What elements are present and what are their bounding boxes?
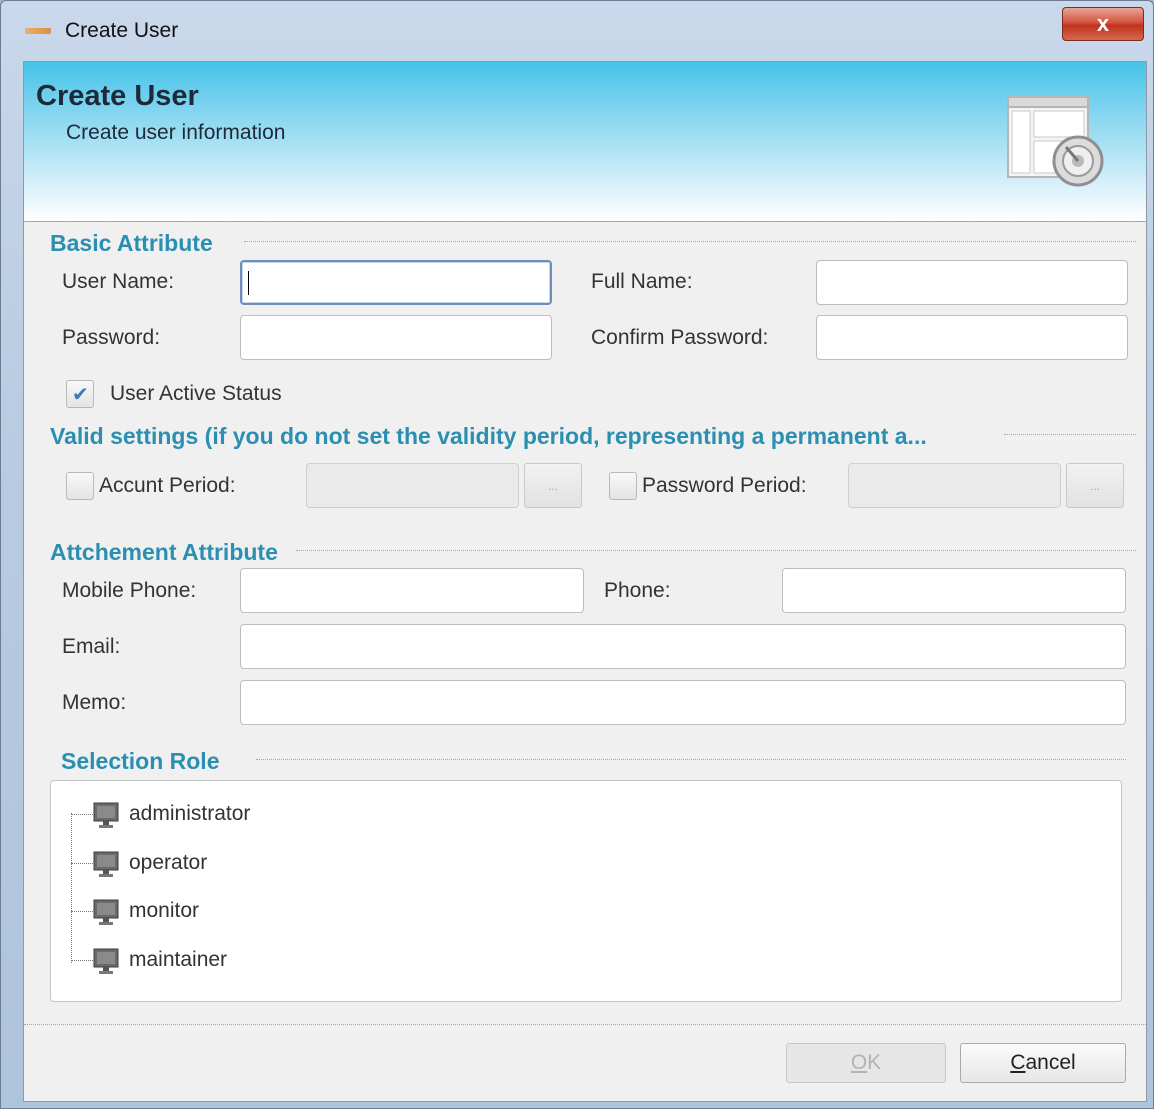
cancel-label-rest: ancel [1025,1051,1076,1074]
page-title: Create User [36,80,199,112]
mobile-phone-input[interactable] [240,568,584,613]
account-period-label[interactable]: Accunt Period: [99,474,236,498]
basic-attribute-heading: Basic Attribute [50,230,213,256]
role-tree[interactable]: administrator operator monitor maintaine… [50,780,1122,1002]
ok-mnemonic: O [850,1051,868,1074]
ok-label-rest: K [867,1051,882,1074]
phone-label: Phone: [604,579,671,602]
divider [256,759,1126,760]
full-name-label: Full Name: [591,270,693,293]
create-user-dialog: Create User x Create User Create user in… [0,0,1154,1109]
account-period-input[interactable] [306,463,519,508]
divider [24,1024,1146,1025]
password-input[interactable] [240,315,552,360]
account-period-picker-button[interactable]: ... [524,463,582,508]
role-label: operator [129,851,208,874]
computer-icon [93,802,119,828]
cancel-mnemonic: C [1010,1051,1026,1074]
password-period-input[interactable] [848,463,1061,508]
dialog-body: Create User Create user information Basi… [23,61,1147,1102]
divider [244,241,1136,242]
window-title: Create User [65,19,179,42]
role-label: administrator [129,802,251,825]
page-subtitle: Create user information [66,121,286,144]
valid-settings-heading: Valid settings (if you do not set the va… [50,423,927,449]
email-label: Email: [62,635,121,658]
user-name-label: User Name: [62,270,175,293]
full-name-input[interactable] [816,260,1128,305]
computer-icon [93,851,119,877]
confirm-password-input[interactable] [816,315,1128,360]
tree-connector [71,863,93,864]
close-button[interactable]: x [1062,7,1144,41]
title-bar[interactable]: Create User x [1,1,1153,59]
cancel-button[interactable]: Cancel [960,1043,1126,1083]
memo-input[interactable] [240,680,1126,725]
tree-connector [71,911,93,912]
tree-connector [71,814,93,815]
tree-connector [71,813,72,963]
user-active-status-label[interactable]: User Active Status [110,382,282,406]
divider [296,550,1136,551]
attachment-attribute-heading: Attchement Attribute [50,539,278,565]
password-label: Password: [62,326,161,349]
user-name-input[interactable] [240,260,552,305]
password-period-label[interactable]: Password Period: [642,474,807,498]
phone-input[interactable] [782,568,1126,613]
ok-button[interactable]: OK [786,1043,946,1083]
app-icon [25,28,51,34]
computer-icon [93,899,119,925]
password-period-checkbox[interactable] [609,472,637,500]
selection-role-heading: Selection Role [61,748,220,774]
account-period-checkbox[interactable] [66,472,94,500]
close-icon: x [1096,11,1110,36]
user-active-status-checkbox[interactable] [66,380,94,408]
text-caret [248,271,249,295]
tree-connector [71,960,93,961]
password-period-picker-button[interactable]: ... [1066,463,1124,508]
divider [1004,434,1136,435]
email-input[interactable] [240,624,1126,669]
memo-label: Memo: [62,691,127,714]
role-label: maintainer [129,948,228,971]
confirm-password-label: Confirm Password: [591,326,769,349]
header-banner: Create User Create user information [24,62,1146,222]
mobile-phone-label: Mobile Phone: [62,579,197,602]
settings-window-icon [1007,96,1104,187]
role-label: monitor [129,899,200,922]
computer-icon [93,948,119,974]
